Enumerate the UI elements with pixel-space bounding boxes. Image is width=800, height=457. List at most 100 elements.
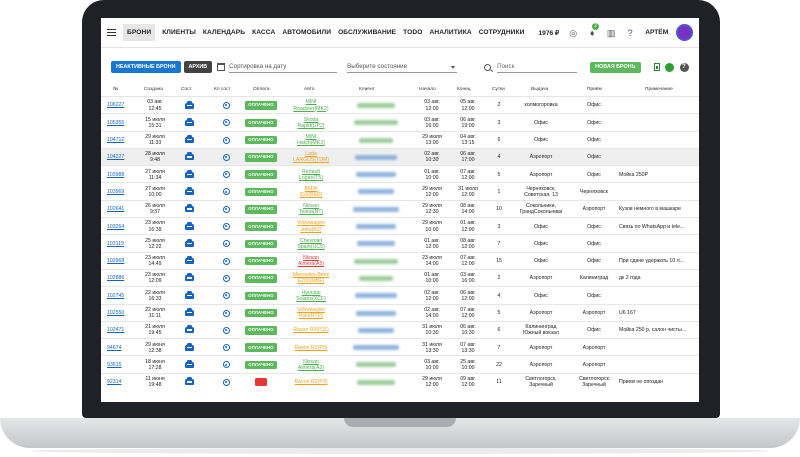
whatsapp-icon[interactable]: ◎ [568, 28, 578, 38]
car-link[interactable]: Spark(UC5) [297, 244, 324, 250]
client-name-redacted[interactable] [353, 345, 399, 351]
client-name-redacted[interactable] [356, 310, 396, 316]
table-row[interactable]: 104712 29 июля 11:33 ОПЛАЧЕНО MINI Hatch(MK3)… [101, 130, 699, 149]
header-client-state[interactable]: Кл сост [214, 87, 231, 92]
client-name-redacted[interactable] [354, 120, 398, 126]
header-in[interactable]: Приём [587, 87, 602, 92]
car-link[interactable]: Jetta(BZ) [300, 227, 321, 233]
client-cell[interactable] [341, 201, 411, 218]
booking-id-cell[interactable]: 103264 [107, 218, 137, 235]
table-row[interactable]: 103969 27 июля 10:00 ОПЛАЧЕНО BMW 316(BM3) 29 … [101, 182, 699, 199]
car-cell[interactable]: Ravon R2(P9) [286, 339, 336, 356]
booking-id-link[interactable]: 103264 [107, 224, 124, 230]
sort-date-input[interactable]: Сортировка на дату [229, 61, 338, 73]
help-circle-icon[interactable]: ? [625, 28, 635, 38]
nav-service[interactable]: ОБСЛУЖИВАНИЕ [338, 29, 396, 36]
car-link[interactable]: Ravon R2(P9) [295, 345, 328, 351]
client-name-redacted[interactable] [356, 362, 396, 368]
client-cell[interactable] [341, 114, 411, 131]
booking-id-link[interactable]: 102745 [107, 293, 124, 299]
nav-bookings[interactable]: БРОНИ [123, 24, 156, 41]
table-row[interactable]: 92314 11 июня 19:48 Ravon R2(P3) 29 июля 12:… [101, 372, 699, 391]
header-created[interactable]: Создана [144, 87, 163, 92]
client-name-redacted[interactable] [357, 241, 395, 247]
calendar-icon[interactable] [217, 63, 226, 71]
archive-button[interactable]: АРХИВ [183, 61, 213, 73]
car-cell[interactable]: Volkswagen Polo(RTD) [286, 305, 336, 322]
car-cell[interactable]: Renault Logan(T5) [286, 166, 336, 183]
header-end[interactable]: Конец [457, 87, 471, 92]
client-name-redacted[interactable] [356, 224, 396, 230]
car-cell[interactable]: Mercedes-Benz E200(MBE) [286, 270, 336, 287]
inactive-bookings-button[interactable]: НЕАКТИВНЫЕ БРОНИ [111, 61, 181, 73]
car-cell[interactable]: Nissan Teana(NT) [286, 201, 336, 218]
car-cell[interactable]: Nissan Almera(A2) [286, 356, 336, 373]
car-link[interactable]: Logan(T5) [299, 175, 323, 181]
client-name-redacted[interactable] [359, 137, 393, 143]
client-cell[interactable] [341, 132, 411, 149]
table-row[interactable]: 103264 23 июля 16:39 ОПЛАЧЕНО Volkswagen Jett… [101, 217, 699, 234]
booking-id-cell[interactable]: 102968 [107, 253, 137, 270]
nav-staff[interactable]: СОТРУДНИКИ [479, 29, 525, 36]
car-cell[interactable]: Ravon R2(P11) [286, 322, 336, 339]
booking-id-cell[interactable]: 102550 [107, 305, 137, 322]
car-cell[interactable]: BMW 316(BM3) [286, 183, 336, 200]
table-row[interactable]: 102641 26 июля 9:37 ОПЛАЧЕНО Nissan Teana(NT)… [101, 199, 699, 218]
car-cell[interactable]: Hyundai Solaris(XCF) [286, 287, 336, 304]
table-row[interactable]: 103119 25 июля 12:22 ОПЛАЧЕНО Chevrolet Spark… [101, 234, 699, 251]
bell-icon[interactable]: ♦ 2 [587, 22, 600, 38]
booking-id-link[interactable]: 102471 [107, 327, 124, 333]
avatar[interactable] [676, 24, 694, 41]
client-cell[interactable] [341, 253, 411, 270]
client-name-redacted[interactable] [354, 258, 398, 264]
client-cell[interactable] [341, 235, 411, 252]
nav-todo[interactable]: TODO [403, 29, 422, 36]
nav-cashbox[interactable]: КАССА [252, 29, 275, 36]
table-row[interactable]: 102745 22 июля 16:33 ОПЛАЧЕНО Hyundai Solaris… [101, 286, 699, 303]
booking-id-link[interactable]: 94674 [107, 345, 121, 351]
client-cell[interactable] [341, 97, 411, 114]
booking-id-cell[interactable]: 103119 [107, 235, 137, 252]
booking-id-link[interactable]: 92314 [107, 379, 121, 385]
search-input[interactable]: Поиск [497, 61, 578, 73]
booking-id-cell[interactable]: 105355 [107, 114, 137, 131]
car-cell[interactable]: Ravon R2(P3) [286, 374, 336, 391]
booking-id-link[interactable]: 103969 [107, 189, 124, 195]
header-car[interactable]: Авто [304, 87, 314, 92]
booking-id-link[interactable]: 93615 [107, 362, 121, 368]
booking-id-link[interactable]: 103119 [107, 241, 124, 247]
hamburger-menu-icon[interactable] [107, 29, 116, 36]
nav-cars[interactable]: АВТОМОБИЛИ [282, 29, 331, 36]
client-name-redacted[interactable] [358, 189, 394, 195]
client-cell[interactable] [341, 270, 411, 287]
table-row[interactable]: 102886 23 июля 12:09 ОПЛАЧЕНО Mercedes-Benz E… [101, 268, 699, 287]
table-row[interactable]: 106227 03 авг. 12:45 ОПЛАЧЕНО MINI Roadster(M… [101, 96, 699, 113]
booking-id-link[interactable]: 105355 [107, 120, 124, 126]
car-cell[interactable]: Skoda Rapid(UP2) [286, 114, 336, 131]
booking-id-cell[interactable]: 93615 [107, 356, 137, 373]
table-row[interactable]: 102471 21 июля 19:45 ОПЛАЧЕНО Ravon R2(P11) 3… [101, 320, 699, 339]
car-link[interactable]: Rapid(UP2) [297, 123, 324, 129]
booking-id-cell[interactable]: 103988 [107, 166, 137, 183]
client-name-redacted[interactable] [353, 206, 399, 212]
car-link[interactable]: Solaris(XCF) [296, 296, 326, 302]
car-link[interactable]: E200(MBE) [298, 278, 325, 284]
header-out[interactable]: Выдача [531, 87, 548, 92]
car-link[interactable]: Ravon R2(P3) [295, 379, 328, 385]
client-cell[interactable] [341, 322, 411, 339]
car-cell[interactable]: Volkswagen Jetta(BZ) [286, 218, 336, 235]
car-link[interactable]: Teana(NT) [299, 209, 324, 215]
client-cell[interactable] [341, 149, 411, 166]
excel-export-icon[interactable] [653, 63, 660, 71]
client-cell[interactable] [341, 374, 411, 391]
booking-id-cell[interactable]: 103969 [107, 183, 137, 200]
client-cell[interactable] [341, 218, 411, 235]
booking-id-link[interactable]: 102968 [107, 258, 124, 264]
header-id[interactable]: № [113, 87, 118, 92]
client-cell[interactable] [341, 287, 411, 304]
table-row[interactable]: 102968 23 июля 14:49 ОПЛАЧЕНО Nissan Almera(A… [101, 251, 699, 270]
client-cell[interactable] [341, 166, 411, 183]
booking-id-link[interactable]: 106227 [107, 102, 124, 108]
header-note[interactable]: Примечание [645, 87, 673, 92]
client-name-redacted[interactable] [355, 293, 397, 299]
